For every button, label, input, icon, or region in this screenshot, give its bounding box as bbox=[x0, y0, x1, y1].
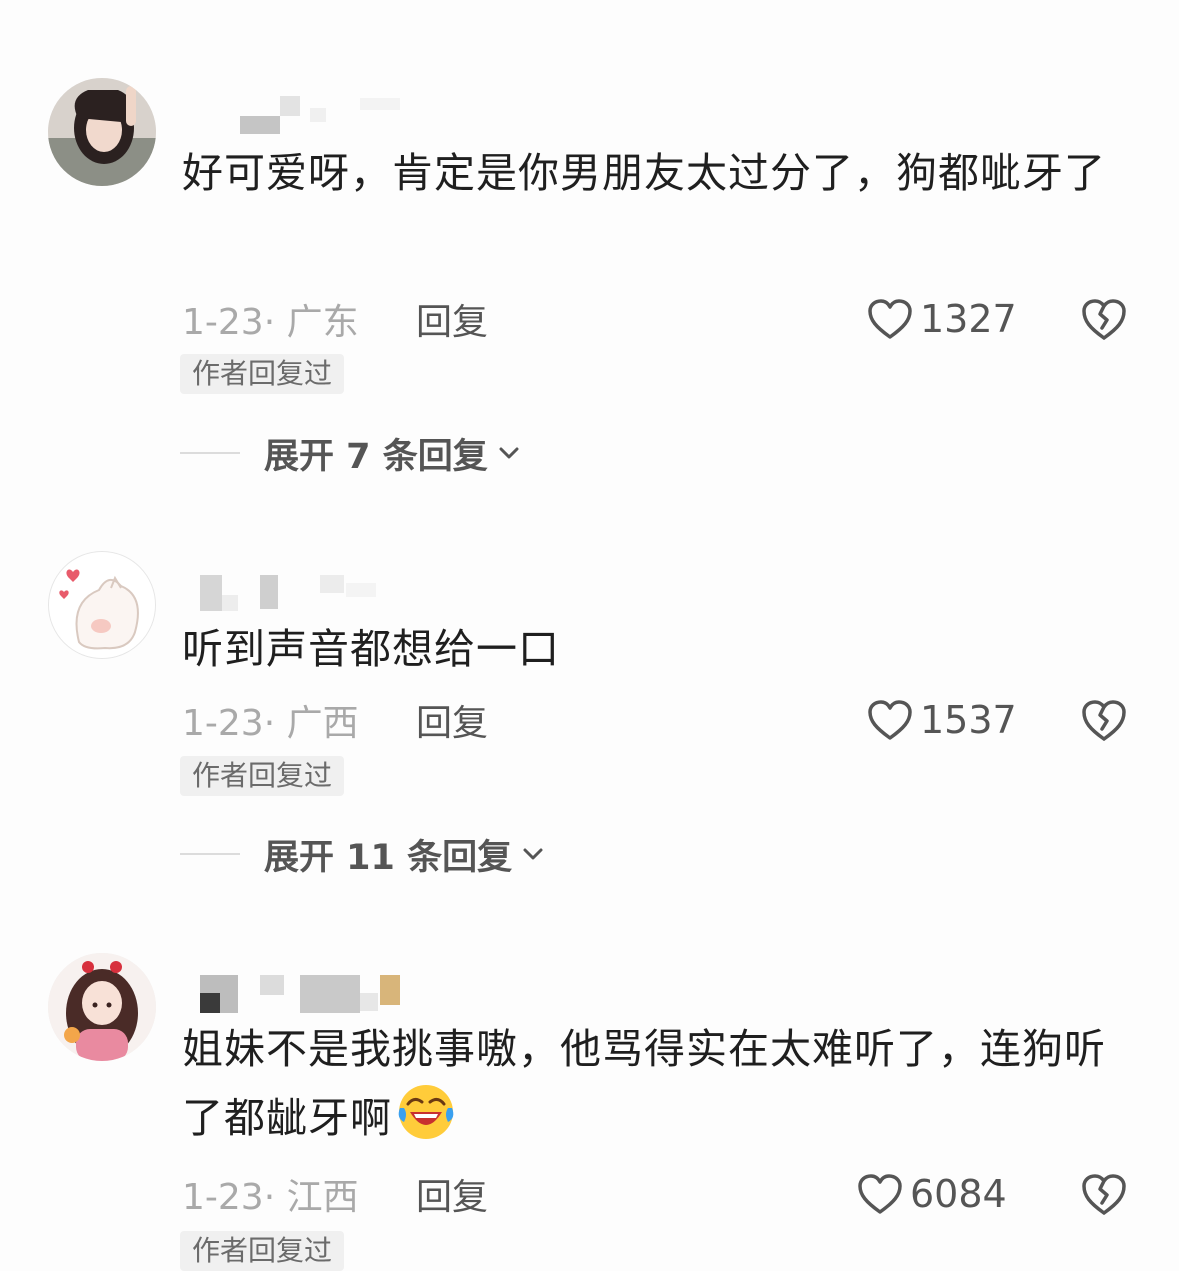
date-location: 1-23· 江西 bbox=[182, 1177, 359, 1218]
like-count: 1537 bbox=[920, 698, 1017, 742]
comment-text: 好可爱呀，肯定是你男朋友太过分了，狗都呲牙了 bbox=[182, 149, 1106, 197]
chevron-down-icon bbox=[499, 447, 519, 459]
expand-replies-button[interactable]: 展开 7 条回复 bbox=[180, 428, 522, 478]
author-replied-badge: 作者回复过 bbox=[180, 1231, 345, 1271]
date-location: 1-23· 广西 bbox=[182, 703, 359, 744]
comment-meta: 1-23· 广东 回复 bbox=[182, 294, 488, 344]
comment-text: 听到声音都想给一口 bbox=[182, 625, 560, 673]
comment-meta: 1-23· 广西 回复 bbox=[182, 695, 488, 745]
author-replied-badge: 作者回复过 bbox=[180, 354, 345, 394]
avatar[interactable] bbox=[48, 78, 156, 186]
divider bbox=[180, 452, 240, 454]
reply-button[interactable]: 回复 bbox=[416, 694, 488, 746]
username-blurred[interactable] bbox=[200, 88, 420, 134]
heart-outline-icon bbox=[868, 299, 912, 339]
like-button[interactable]: 6084 bbox=[856, 1169, 1007, 1219]
expand-replies-button[interactable]: 展开 11 条回复 bbox=[180, 829, 546, 879]
username-blurred[interactable] bbox=[200, 963, 420, 1013]
expand-replies-label: 展开 11 条回复 bbox=[264, 837, 513, 878]
divider bbox=[180, 853, 240, 855]
date-location: 1-23· 广东 bbox=[182, 302, 359, 343]
comment-meta: 1-23· 江西 回复 bbox=[182, 1169, 488, 1219]
like-button[interactable]: 1537 bbox=[866, 695, 1017, 745]
comment-text-content: 姐妹不是我挑事嗷，他骂得实在太难听了，连狗听了都龇牙啊 bbox=[182, 1025, 1106, 1142]
like-button[interactable]: 1327 bbox=[866, 294, 1017, 344]
broken-heart-icon[interactable] bbox=[1080, 296, 1128, 342]
heart-outline-icon bbox=[868, 700, 912, 740]
author-replied-badge: 作者回复过 bbox=[180, 756, 345, 796]
comment-text: 姐妹不是我挑事嗷，他骂得实在太难听了，连狗听了都龇牙啊 bbox=[182, 1016, 1122, 1151]
reply-button[interactable]: 回复 bbox=[416, 1168, 488, 1220]
broken-heart-icon[interactable] bbox=[1080, 1171, 1128, 1217]
heart-outline-icon bbox=[858, 1174, 902, 1214]
username-blurred[interactable] bbox=[200, 561, 420, 611]
reply-button[interactable]: 回复 bbox=[416, 293, 488, 345]
expand-replies-label: 展开 7 条回复 bbox=[264, 436, 488, 477]
chevron-down-icon bbox=[523, 848, 543, 860]
like-count: 1327 bbox=[920, 297, 1017, 341]
broken-heart-icon[interactable] bbox=[1080, 697, 1128, 743]
avatar[interactable] bbox=[48, 953, 156, 1061]
avatar[interactable] bbox=[48, 551, 156, 659]
like-count: 6084 bbox=[910, 1172, 1007, 1216]
laughing-crying-emoji-icon bbox=[398, 1085, 454, 1139]
